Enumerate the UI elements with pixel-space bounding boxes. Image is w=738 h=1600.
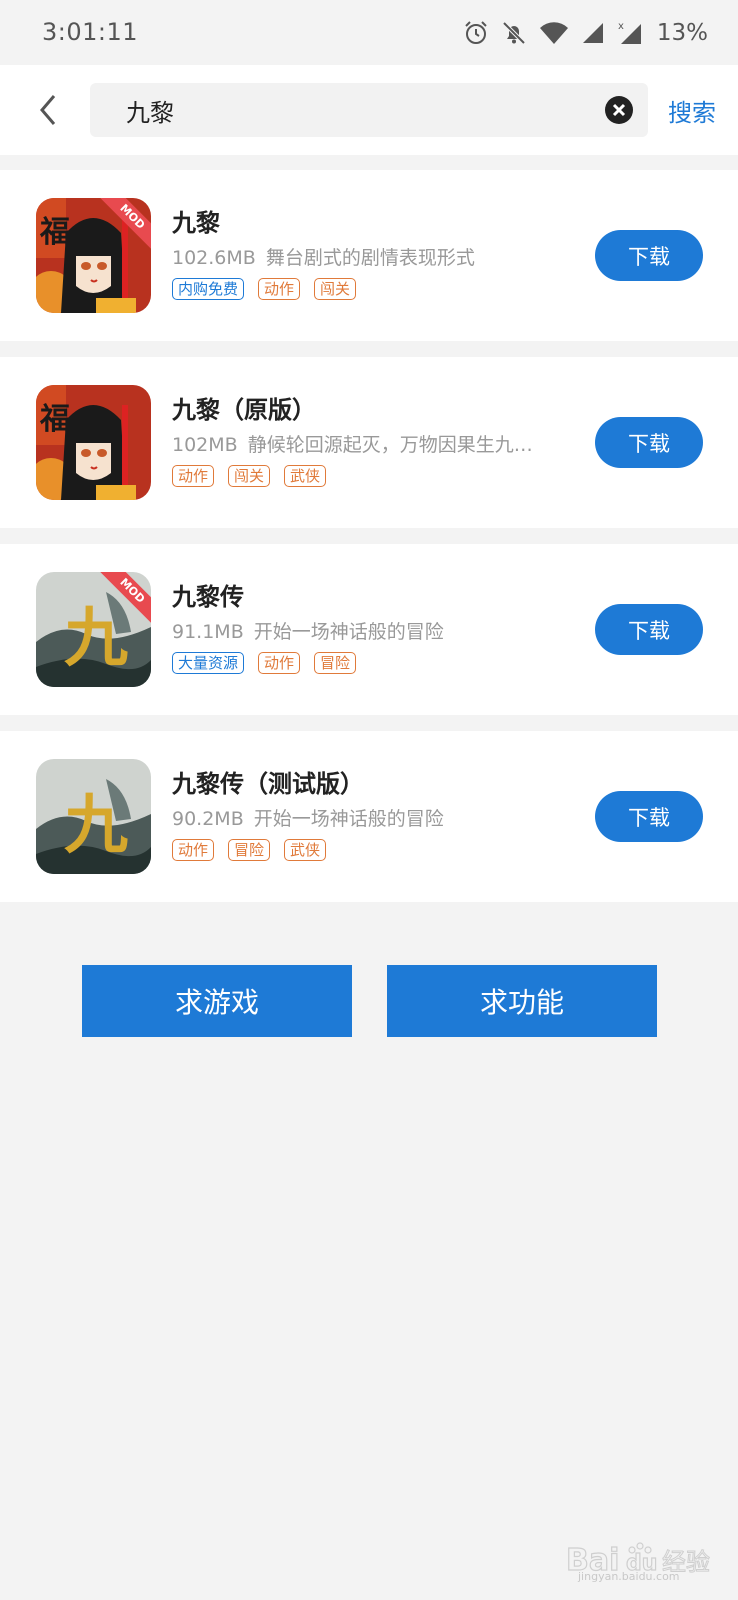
app-name: 九黎传 [172, 583, 244, 611]
download-button[interactable]: 下载 [595, 791, 703, 842]
result-list: 福 MOD 九黎 102.6MB 舞台剧式的剧情表现形式 内购免费 动作 闯关 [0, 170, 738, 918]
app-size: 102MB [172, 434, 238, 456]
tag: 闯关 [314, 278, 357, 300]
search-box [90, 83, 648, 137]
close-circle-icon [605, 96, 633, 124]
tag: 内购免费 [172, 278, 245, 300]
list-item[interactable]: 福 九黎（原版） 102MB 静候轮回源起灭，万物因果生九… 动作 闯关 武侠 [0, 357, 738, 528]
bell-off-icon [502, 21, 526, 45]
tag: 动作 [258, 278, 301, 300]
tag: 冒险 [314, 652, 357, 674]
app-meta: 102MB 静候轮回源起灭，万物因果生九… [172, 431, 552, 459]
tag-list: 动作 冒险 武侠 [172, 839, 552, 861]
list-item[interactable]: 九 九黎传（测试版） 90.2MB 开始一场神话般的冒险 动作 冒险 武侠 下载 [0, 731, 738, 902]
alarm-icon [465, 21, 487, 44]
svg-text:九: 九 [64, 788, 128, 863]
bottom-actions: 求游戏 求功能 [0, 965, 738, 1037]
request-feature-button[interactable]: 求功能 [387, 965, 657, 1037]
tag: 大量资源 [172, 652, 245, 674]
svg-text:x: x [618, 21, 624, 32]
download-button[interactable]: 下载 [595, 417, 703, 468]
search-button[interactable]: 搜索 [668, 93, 716, 128]
tag: 动作 [172, 465, 215, 487]
tag: 闯关 [228, 465, 271, 487]
tag: 冒险 [228, 839, 271, 861]
tag-list: 大量资源 动作 冒险 [172, 652, 552, 674]
watermark-url: jingyan.baidu.com [578, 1570, 680, 1583]
app-size: 90.2MB [172, 808, 244, 830]
app-meta: 90.2MB 开始一场神话般的冒险 [172, 805, 552, 833]
request-game-button[interactable]: 求游戏 [82, 965, 352, 1037]
app-size: 102.6MB [172, 247, 256, 269]
list-item[interactable]: 福 MOD 九黎 102.6MB 舞台剧式的剧情表现形式 内购免费 动作 闯关 [0, 170, 738, 341]
back-button[interactable] [28, 87, 68, 133]
app-icon: 九 MOD [36, 572, 151, 687]
app-info: 九黎（原版） 102MB 静候轮回源起灭，万物因果生九… 动作 闯关 武侠 [172, 393, 552, 487]
download-button[interactable]: 下载 [595, 604, 703, 655]
status-bar: 3:01:11 x 13% [0, 0, 738, 65]
tag: 武侠 [284, 839, 327, 861]
tag: 动作 [172, 839, 215, 861]
app-size: 91.1MB [172, 621, 244, 643]
app-icon: 九 [36, 759, 151, 874]
app-desc: 开始一场神话般的冒险 [253, 808, 444, 830]
app-icon: 福 MOD [36, 198, 151, 313]
clear-search-button[interactable] [604, 95, 634, 125]
download-button[interactable]: 下载 [595, 230, 703, 281]
app-meta: 91.1MB 开始一场神话般的冒险 [172, 618, 552, 646]
svg-text:九: 九 [64, 601, 128, 676]
tag-list: 动作 闯关 武侠 [172, 465, 552, 487]
wifi-icon [539, 22, 568, 44]
jiu-ink-icon: 九 [36, 759, 151, 874]
app-desc: 舞台剧式的剧情表现形式 [265, 247, 475, 269]
app-icon: 福 [36, 385, 151, 500]
battery-level: 13% [656, 20, 708, 46]
tag: 动作 [258, 652, 301, 674]
app-desc: 开始一场神话般的冒险 [253, 621, 444, 643]
app-name: 九黎传（测试版） [172, 770, 364, 798]
app-desc: 静候轮回源起灭，万物因果生九… [247, 434, 533, 456]
app-meta: 102.6MB 舞台剧式的剧情表现形式 [172, 244, 552, 272]
status-icons: x 13% [463, 18, 708, 48]
tag-list: 内购免费 动作 闯关 [172, 278, 552, 300]
app-name: 九黎 [172, 209, 220, 237]
signal-no-data-icon: x [618, 21, 641, 44]
app-info: 九黎传（测试版） 90.2MB 开始一场神话般的冒险 动作 冒险 武侠 [172, 767, 552, 861]
tag: 武侠 [284, 465, 327, 487]
signal-icon [582, 23, 603, 43]
search-input[interactable] [126, 83, 566, 137]
app-info: 九黎传 91.1MB 开始一场神话般的冒险 大量资源 动作 冒险 [172, 580, 552, 674]
list-item[interactable]: 九 MOD 九黎传 91.1MB 开始一场神话般的冒险 大量资源 动作 冒险 下载 [0, 544, 738, 715]
search-header: 搜索 [0, 65, 738, 155]
girl-fu-icon: 福 [36, 385, 151, 500]
back-arrow-icon [40, 95, 56, 125]
status-time: 3:01:11 [42, 18, 139, 46]
app-name: 九黎（原版） [172, 396, 316, 424]
app-info: 九黎 102.6MB 舞台剧式的剧情表现形式 内购免费 动作 闯关 [172, 206, 552, 300]
